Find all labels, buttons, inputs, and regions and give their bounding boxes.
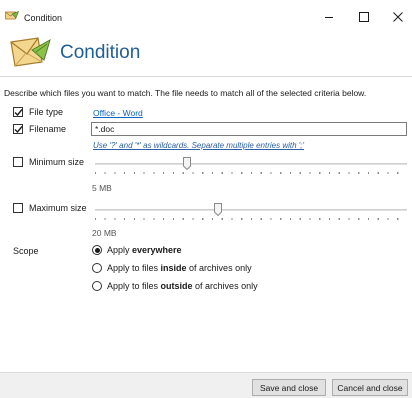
file-type-label: File type — [29, 107, 64, 117]
minimum-size-slider[interactable] — [95, 156, 407, 178]
description-text: Describe which files you want to match. … — [4, 88, 367, 98]
wildcard-hint: Use '?' and '*' as wildcards. Separate m… — [93, 141, 305, 150]
scope-option-label: Apply to files inside of archives only — [107, 263, 252, 273]
maximize-icon — [359, 12, 369, 22]
maximum-size-value: 20 MB — [92, 228, 117, 238]
scope-option-label: Apply everywhere — [107, 245, 182, 255]
file-type-row: File type — [13, 107, 63, 117]
page-title: Condition — [60, 42, 141, 63]
checkmark-icon — [14, 108, 22, 116]
radio-selected-dot — [94, 247, 100, 253]
maximum-size-checkbox[interactable] — [13, 203, 23, 213]
maximum-size-label: Maximum size — [29, 203, 87, 213]
slider-track — [95, 163, 407, 165]
minimum-size-value: 5 MB — [92, 183, 112, 193]
checkmark-icon — [14, 125, 22, 133]
file-type-link[interactable]: Office - Word — [93, 108, 143, 118]
filename-input[interactable] — [91, 122, 407, 136]
slider-ticks — [95, 172, 407, 174]
slider-thumb[interactable] — [183, 157, 192, 170]
radio-button[interactable] — [92, 281, 102, 291]
scope-label: Scope — [13, 246, 39, 256]
file-type-checkbox[interactable] — [13, 107, 23, 117]
close-icon — [393, 12, 403, 22]
slider-ticks — [95, 218, 407, 220]
minimum-size-row: Minimum size — [13, 157, 84, 167]
minimum-size-label: Minimum size — [29, 157, 85, 167]
maximum-size-slider[interactable] — [95, 202, 407, 224]
scope-option-everywhere[interactable]: Apply everywhere — [92, 245, 182, 255]
filename-row: Filename — [13, 124, 66, 134]
maximize-button[interactable] — [348, 6, 380, 28]
title-bar: Condition — [0, 0, 412, 30]
minimize-icon — [325, 17, 333, 18]
scope-option-label: Apply to files outside of archives only — [107, 281, 258, 291]
radio-button[interactable] — [92, 245, 102, 255]
scope-option-outside[interactable]: Apply to files outside of archives only — [92, 281, 258, 291]
scope-option-inside[interactable]: Apply to files inside of archives only — [92, 263, 252, 273]
header-divider — [0, 76, 412, 77]
minimum-size-checkbox[interactable] — [13, 157, 23, 167]
window-title: Condition — [24, 13, 63, 23]
radio-button[interactable] — [92, 263, 102, 273]
close-button[interactable] — [382, 6, 412, 28]
save-and-close-button[interactable]: Save and close — [252, 379, 326, 396]
slider-thumb[interactable] — [213, 203, 222, 216]
cancel-and-close-button[interactable]: Cancel and close — [332, 379, 408, 396]
minimize-button[interactable] — [313, 6, 345, 28]
filename-label: Filename — [29, 124, 67, 134]
filename-checkbox[interactable] — [13, 124, 23, 134]
slider-track — [95, 209, 407, 211]
maximum-size-row: Maximum size — [13, 203, 87, 213]
condition-icon — [10, 37, 51, 67]
app-icon — [5, 11, 19, 20]
